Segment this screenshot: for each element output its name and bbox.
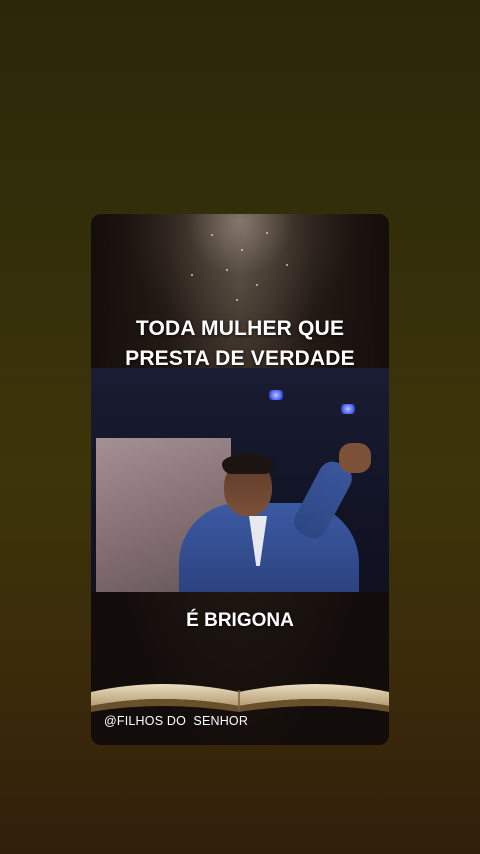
sparkle-dot — [226, 269, 228, 271]
channel-watermark: @FILHOS DO SENHOR — [104, 714, 249, 728]
sparkle-dot — [211, 234, 213, 236]
sparkle-dot — [286, 264, 288, 266]
preacher-hand — [339, 443, 371, 473]
caption-text: É BRIGONA — [186, 610, 294, 631]
sparkle-dot — [241, 249, 243, 251]
preacher-hair — [222, 454, 274, 474]
headline-text: TODA MULHER QUE PRESTA DE VERDADE — [91, 314, 389, 374]
stage-light — [269, 390, 283, 400]
sparkle-dot — [191, 274, 193, 276]
stage-light — [341, 404, 355, 414]
open-bible-icon — [91, 654, 389, 714]
sparkle-dot — [256, 284, 258, 286]
headline-line-1: TODA MULHER QUE — [135, 317, 345, 340]
sparkle-dot — [236, 299, 238, 301]
preacher-video-frame — [91, 368, 389, 592]
sparkle-dot — [266, 232, 268, 234]
video-card[interactable]: TODA MULHER QUE PRESTA DE VERDADE É BRIG… — [91, 214, 389, 745]
